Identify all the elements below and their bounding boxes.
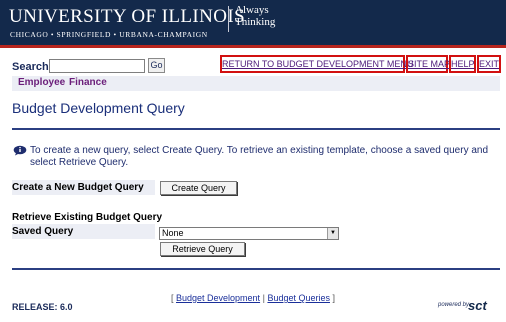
create-query-button[interactable]: Create Query bbox=[160, 181, 237, 195]
exit-link[interactable]: EXIT bbox=[477, 55, 501, 73]
site-map-link[interactable]: SITE MAP bbox=[406, 55, 450, 73]
footer-divider bbox=[12, 268, 500, 270]
header-banner: UNIVERSITY OF ILLINOIS CHICAGO • SPRINGF… bbox=[0, 0, 506, 45]
tagline-line2: Thinking bbox=[235, 16, 276, 28]
footer-close-bracket: ] bbox=[332, 293, 336, 303]
chevron-down-icon[interactable]: ▼ bbox=[327, 228, 338, 239]
release-version: RELEASE: 6.0 bbox=[12, 302, 73, 312]
saved-query-selected-value: None bbox=[162, 228, 184, 238]
search-label: Search bbox=[12, 61, 49, 73]
sct-logo: sct bbox=[468, 298, 487, 313]
info-icon bbox=[13, 145, 27, 156]
instructions-text: To create a new query, select Create Que… bbox=[30, 145, 489, 168]
return-to-budget-menu-link[interactable]: RETURN TO BUDGET DEVELOPMENT MENU bbox=[220, 55, 413, 73]
budget-queries-link[interactable]: Budget Queries bbox=[267, 293, 330, 303]
retrieve-query-button[interactable]: Retrieve Query bbox=[160, 242, 245, 256]
header-accent-line bbox=[0, 45, 506, 48]
retrieve-section-label: Retrieve Existing Budget Query bbox=[12, 212, 163, 223]
footer-open-bracket: [ bbox=[170, 293, 174, 303]
budget-development-link[interactable]: Budget Development bbox=[176, 293, 260, 303]
page-title: Budget Development Query bbox=[12, 100, 185, 116]
title-divider bbox=[12, 128, 500, 130]
banner-divider bbox=[228, 6, 229, 32]
footer-separator: | bbox=[262, 293, 265, 303]
menu-finance[interactable]: Finance bbox=[69, 77, 107, 88]
powered-by-text: powered by bbox=[438, 302, 470, 308]
saved-query-select[interactable]: None ▼ bbox=[159, 227, 339, 240]
tagline-line1: Always bbox=[235, 4, 269, 16]
saved-query-label: Saved Query bbox=[12, 226, 74, 237]
create-query-label: Create a New Budget Query bbox=[12, 182, 144, 193]
campus-list: CHICAGO • SPRINGFIELD • URBANA-CHAMPAIGN bbox=[10, 30, 208, 39]
menu-employee[interactable]: Employee bbox=[18, 77, 65, 88]
go-button[interactable]: Go bbox=[148, 58, 165, 73]
help-link[interactable]: HELP bbox=[449, 55, 476, 73]
footer-links: [ Budget Development | Budget Queries ] bbox=[0, 293, 506, 303]
university-logo-text: UNIVERSITY OF ILLINOIS bbox=[9, 6, 246, 27]
search-input[interactable] bbox=[49, 59, 145, 73]
